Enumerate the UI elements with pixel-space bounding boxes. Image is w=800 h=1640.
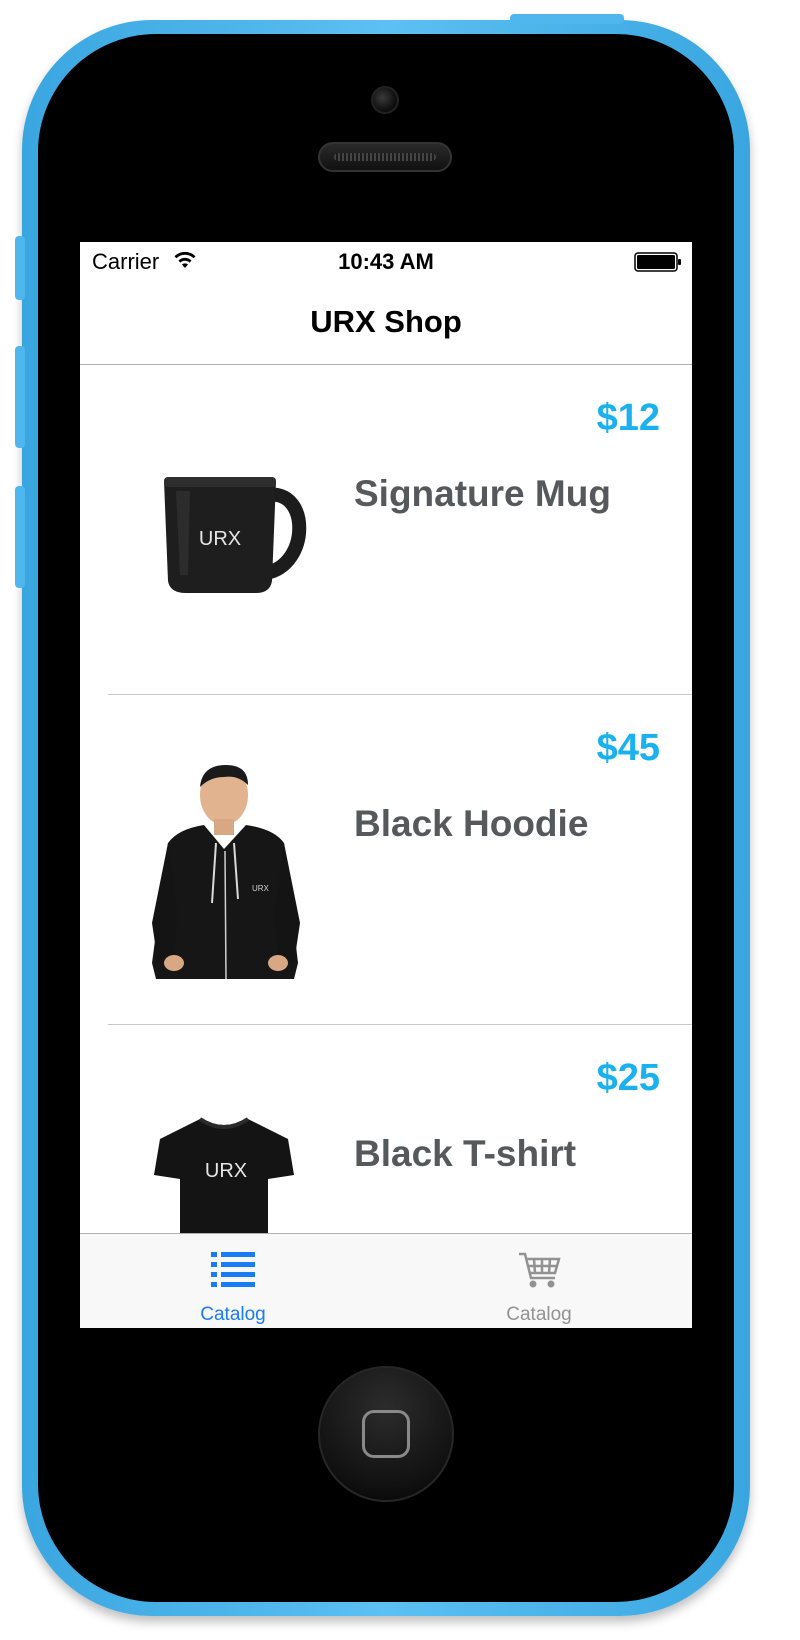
tab-label: Catalog (506, 1304, 572, 1325)
list-icon (80, 1250, 386, 1295)
product-name: Black T-shirt (354, 1133, 577, 1174)
app-screen: Carrier 10:43 AM URX Shop URX $12 Signat… (80, 242, 692, 1328)
svg-text:URX: URX (199, 528, 241, 550)
page-title: URX Shop (310, 304, 462, 339)
product-list: URX $12 Signature Mug URX $45 Black Hood… (80, 365, 692, 1233)
volume-up-button (15, 346, 25, 448)
tshirt-image: URX (152, 1113, 296, 1233)
product-row-tshirt[interactable]: URX $25 Black T-shirt (80, 1025, 692, 1233)
home-button[interactable] (318, 1366, 454, 1502)
product-price: $12 (596, 397, 660, 439)
status-time: 10:43 AM (338, 249, 434, 274)
volume-down-button (15, 486, 25, 588)
tab-bar: Catalog Catalog (80, 1233, 692, 1328)
product-row-hoodie[interactable]: URX $45 Black Hoodie (80, 695, 692, 1025)
product-name: Signature Mug (354, 473, 611, 514)
product-price: $25 (596, 1057, 660, 1099)
home-square-icon (362, 1410, 410, 1458)
front-camera (371, 86, 399, 114)
product-name: Black Hoodie (354, 803, 589, 844)
cart-icon (386, 1250, 692, 1295)
product-price: $45 (596, 727, 660, 769)
tab-label: Catalog (200, 1304, 266, 1325)
navigation-bar: URX Shop (80, 282, 692, 365)
mute-switch (15, 236, 25, 300)
svg-text:URX: URX (252, 884, 270, 893)
power-button (510, 14, 624, 24)
tab-cart[interactable]: Catalog (386, 1234, 692, 1328)
mug-image: URX (150, 465, 310, 610)
tab-catalog[interactable]: Catalog (80, 1234, 386, 1328)
status-bar: Carrier 10:43 AM (80, 242, 692, 282)
svg-text:URX: URX (205, 1160, 247, 1182)
earpiece-speaker (318, 142, 452, 172)
product-row-mug[interactable]: URX $12 Signature Mug (80, 365, 692, 695)
hoodie-person-image: URX (148, 763, 308, 986)
battery-icon (634, 252, 682, 278)
